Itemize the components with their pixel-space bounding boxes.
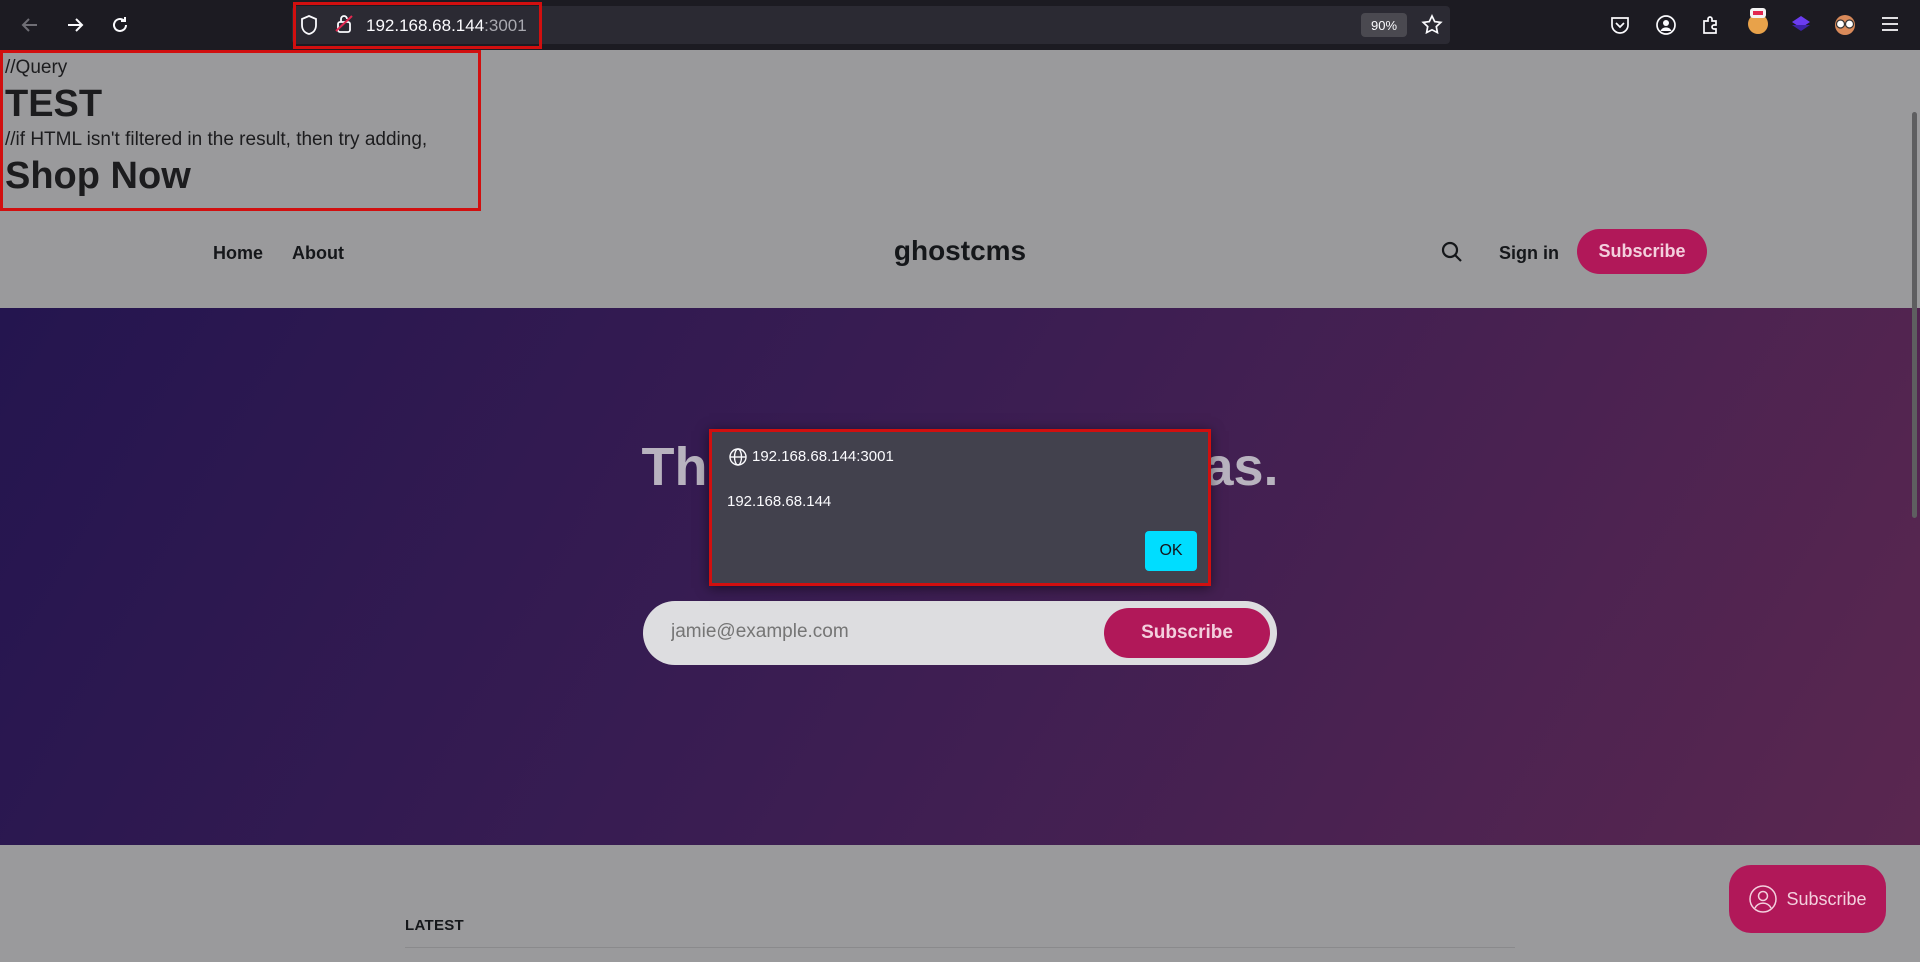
injected-shop-heading: Shop Now (5, 155, 191, 197)
zoom-level-badge[interactable]: 90% (1361, 13, 1407, 37)
forward-button[interactable] (59, 9, 91, 41)
alert-dialog: 192.168.68.144:3001 192.168.68.144 OK (709, 429, 1211, 586)
injected-test-heading: TEST (5, 83, 103, 125)
extensions-puzzle-icon[interactable] (1699, 13, 1723, 37)
hero-subscribe-button[interactable]: Subscribe (1104, 608, 1270, 658)
back-button[interactable] (14, 9, 46, 41)
email-input[interactable] (671, 621, 1051, 643)
user-circle-icon (1749, 885, 1778, 913)
reload-icon (113, 17, 127, 32)
hero-subscribe-form: Subscribe (643, 601, 1277, 665)
signin-link[interactable]: Sign in (1499, 243, 1559, 264)
extension-badge-icon[interactable] (1745, 8, 1771, 36)
injected-note-text: //if HTML isn't filtered in the result, … (5, 129, 428, 150)
dialog-origin: 192.168.68.144:3001 (752, 448, 894, 465)
dialog-ok-button[interactable]: OK (1145, 531, 1197, 571)
globe-icon (729, 448, 747, 466)
extension-cube-icon[interactable] (1789, 13, 1813, 37)
reload-button[interactable] (104, 9, 136, 41)
extension-face-icon[interactable] (1832, 13, 1858, 37)
back-arrow-icon (21, 18, 37, 32)
page-scrollbar[interactable] (1912, 112, 1917, 518)
menu-hamburger-icon[interactable] (1879, 13, 1901, 35)
floating-subscribe-label: Subscribe (1786, 888, 1867, 909)
search-icon[interactable] (1438, 238, 1466, 266)
header-subscribe-button[interactable]: Subscribe (1577, 229, 1707, 274)
url-highlight-box (293, 2, 542, 49)
browser-toolbar: 192.168.68.144:3001 90% (0, 0, 1920, 50)
pocket-icon[interactable] (1609, 14, 1631, 36)
injected-query-text: //Query (5, 57, 68, 78)
forward-arrow-icon (68, 18, 84, 32)
injected-html-box: //Query TEST //if HTML isn't filtered in… (0, 50, 481, 211)
account-icon[interactable] (1654, 13, 1678, 37)
bookmark-star-icon[interactable] (1420, 13, 1444, 37)
latest-divider (405, 947, 1515, 948)
dialog-message: 192.168.68.144 (727, 493, 832, 510)
latest-heading: LATEST (405, 917, 465, 934)
floating-subscribe-button[interactable]: Subscribe (1729, 865, 1886, 933)
